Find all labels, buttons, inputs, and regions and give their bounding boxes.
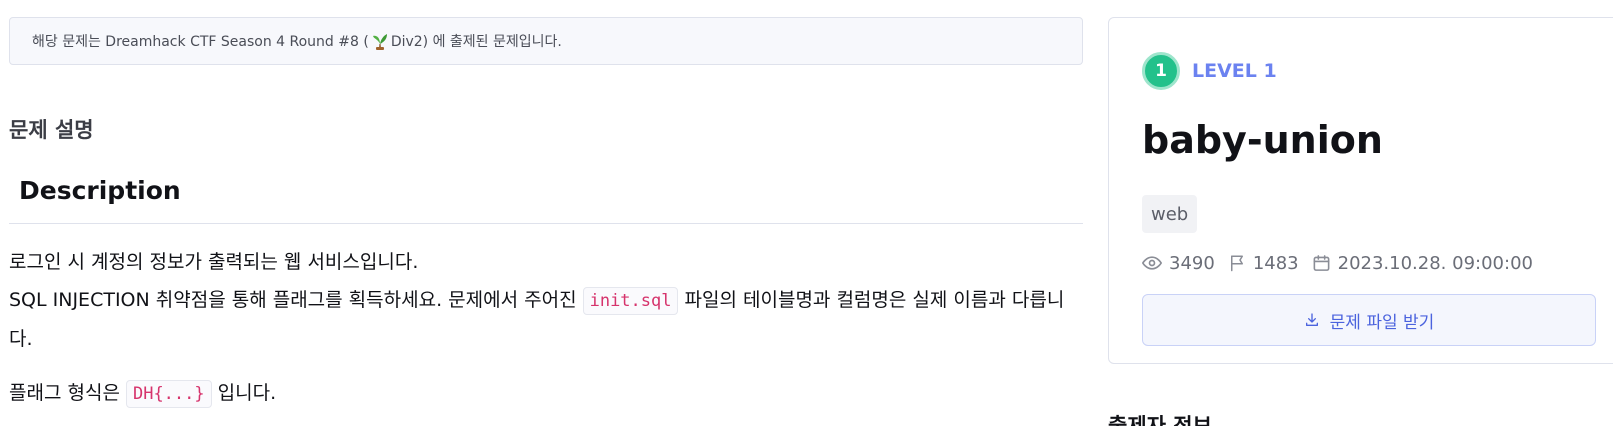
release-date: 2023.10.28. 09:00:00 xyxy=(1337,252,1533,274)
notice-banner: 해당 문제는 Dreamhack CTF Season 4 Round #8 (… xyxy=(9,17,1083,65)
flag-format-paragraph: 플래그 형식은 DH{...} 입니다. xyxy=(9,374,1083,413)
flag-icon xyxy=(1230,255,1243,272)
calendar-icon xyxy=(1313,255,1330,271)
solves-count: 1483 xyxy=(1252,252,1299,274)
solves-stat: 1483 xyxy=(1228,253,1299,274)
download-label: 문제 파일 받기 xyxy=(1329,312,1435,333)
level-badge: 1 xyxy=(1142,52,1180,90)
level-row: 1 LEVEL 1 xyxy=(1142,52,1277,90)
description-paragraph: 로그인 시 계정의 정보가 출력되는 웹 서비스입니다. SQL INJECTI… xyxy=(9,243,1083,358)
flag-format-after: 입니다. xyxy=(211,382,277,404)
flag-format-before: 플래그 형식은 xyxy=(9,382,126,404)
section-title: 문제 설명 xyxy=(9,118,94,142)
description-line-2-before: SQL INJECTION 취약점을 통해 플래그를 획득하세요. 문제에서 주… xyxy=(9,289,583,311)
description-body: 로그인 시 계정의 정보가 출력되는 웹 서비스입니다. SQL INJECTI… xyxy=(9,243,1083,413)
date-stat: 2023.10.28. 09:00:00 xyxy=(1312,253,1533,274)
challenge-title: baby-union xyxy=(1142,118,1383,162)
download-icon xyxy=(1305,313,1318,326)
flag-format-code: DH{...} xyxy=(125,380,212,408)
notice-prefix: 해당 문제는 Dreamhack CTF Season 4 Round #8 ( xyxy=(32,34,369,50)
level-label: LEVEL 1 xyxy=(1192,60,1277,82)
notice-suffix: Div2) 에 출제된 문제입니다. xyxy=(390,34,562,50)
author-section-title: 출제자 정보 xyxy=(1108,414,1212,426)
challenge-info-card: 1 LEVEL 1 baby-union web 3490 1483 2023.… xyxy=(1108,17,1613,364)
eye-icon xyxy=(1142,256,1162,270)
views-stat: 3490 xyxy=(1142,253,1215,274)
init-sql-code: init.sql xyxy=(582,287,679,315)
sprout-icon xyxy=(372,33,387,50)
description-heading: Description xyxy=(9,176,1083,224)
challenge-stats: 3490 1483 2023.10.28. 09:00:00 xyxy=(1142,247,1546,279)
description-line-1: 로그인 시 계정의 정보가 출력되는 웹 서비스입니다. xyxy=(9,251,419,273)
views-count: 3490 xyxy=(1169,252,1215,274)
download-file-button[interactable]: 문제 파일 받기 xyxy=(1142,294,1596,346)
category-tag[interactable]: web xyxy=(1142,195,1198,233)
